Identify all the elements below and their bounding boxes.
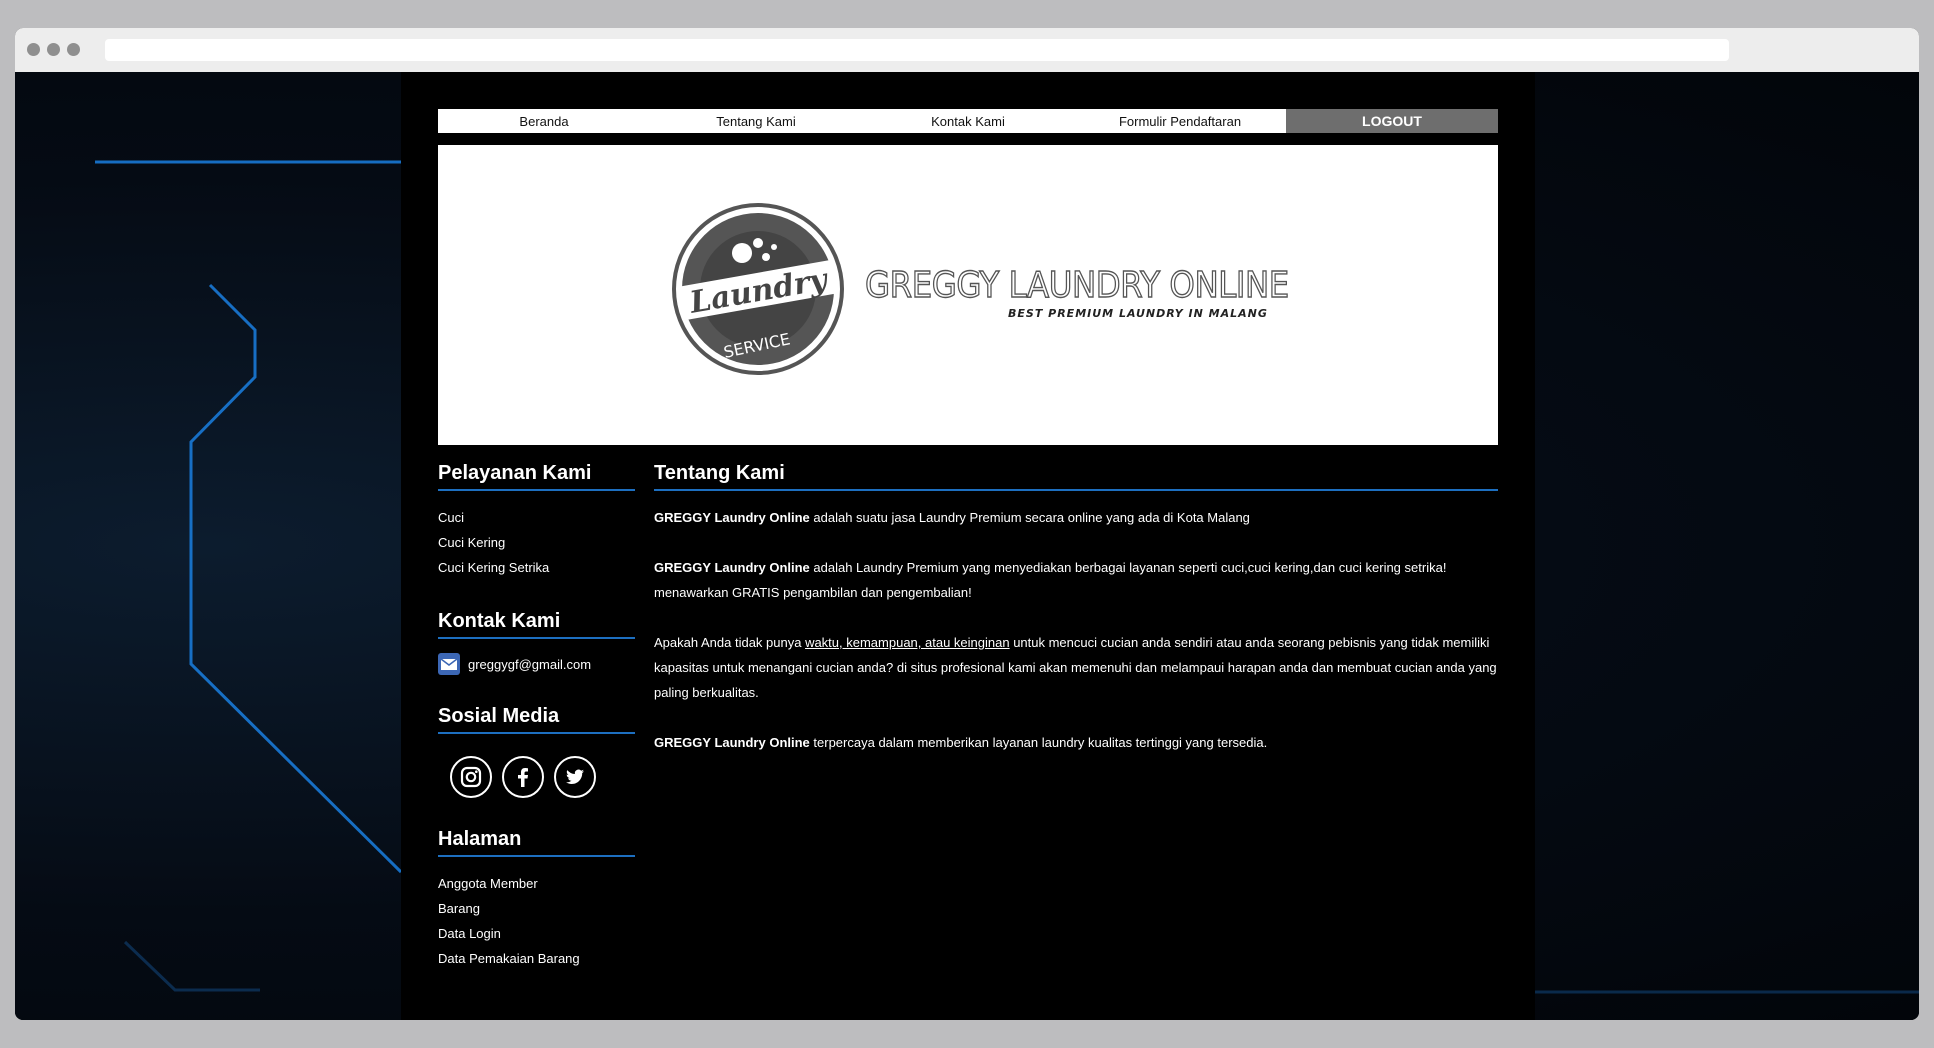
- browser-chrome: [15, 28, 1919, 72]
- window-minimize-dot[interactable]: [47, 43, 60, 56]
- social-icons: [450, 756, 635, 798]
- laundry-logo: Laundry SERVICE: [672, 203, 844, 375]
- services-heading: Pelayanan Kami: [438, 462, 635, 491]
- social-heading: Sosial Media: [438, 705, 635, 734]
- contact-section: Kontak Kami greggygf@gmail.com: [438, 610, 635, 675]
- service-link-cuci-kering-setrika[interactable]: Cuci Kering Setrika: [438, 555, 635, 580]
- about-paragraph-2: GREGGY Laundry Online adalah Laundry Pre…: [654, 555, 1498, 605]
- page-link-anggota-member[interactable]: Anggota Member: [438, 871, 635, 896]
- window-close-dot[interactable]: [27, 43, 40, 56]
- main-content: Tentang Kami GREGGY Laundry Online adala…: [654, 462, 1498, 780]
- nav-formulir-pendaftaran[interactable]: Formulir Pendaftaran: [1074, 109, 1286, 133]
- page-link-data-pemakaian-barang[interactable]: Data Pemakaian Barang: [438, 946, 635, 971]
- page-link-data-login[interactable]: Data Login: [438, 921, 635, 946]
- social-section: Sosial Media: [438, 705, 635, 798]
- pages-list: Anggota Member Barang Data Login Data Pe…: [438, 871, 635, 971]
- pages-heading: Halaman: [438, 828, 635, 857]
- service-link-cuci[interactable]: Cuci: [438, 505, 635, 530]
- address-bar[interactable]: [105, 39, 1729, 61]
- brand-name: GREGGY Laundry Online: [654, 560, 810, 575]
- paragraph-text: terpercaya dalam memberikan layanan laun…: [809, 735, 1268, 750]
- window-maximize-dot[interactable]: [67, 43, 80, 56]
- services-section: Pelayanan Kami Cuci Cuci Kering Cuci Ker…: [438, 462, 635, 580]
- brand-title: GREGGY LAUNDRY ONLINE: [864, 264, 1289, 306]
- facebook-icon[interactable]: [502, 756, 544, 798]
- paragraph-text: Apakah Anda tidak punya: [654, 635, 806, 650]
- header-banner: Laundry SERVICE GREGGY LAUNDRY ONLINE BE…: [438, 145, 1498, 445]
- nav-tentang-kami[interactable]: Tentang Kami: [650, 109, 862, 133]
- brand-name: GREGGY Laundry Online: [654, 510, 810, 525]
- mail-icon: [438, 653, 460, 675]
- brand-name: GREGGY Laundry Online: [654, 735, 810, 750]
- services-list: Cuci Cuci Kering Cuci Kering Setrika: [438, 505, 635, 580]
- paragraph-text: adalah suatu jasa Laundry Premium secara…: [809, 510, 1250, 525]
- page-link-barang[interactable]: Barang: [438, 896, 635, 921]
- nav-beranda[interactable]: Beranda: [438, 109, 650, 133]
- about-paragraph-1: GREGGY Laundry Online adalah suatu jasa …: [654, 505, 1498, 530]
- browser-window: Beranda Tentang Kami Kontak Kami Formuli…: [15, 28, 1919, 1020]
- nav-kontak-kami[interactable]: Kontak Kami: [862, 109, 1074, 133]
- email-address: greggygf@gmail.com: [468, 656, 592, 672]
- page-viewport: Beranda Tentang Kami Kontak Kami Formuli…: [15, 72, 1919, 1020]
- brand-tagline: BEST PREMIUM LAUNDRY IN MALANG: [1008, 307, 1268, 320]
- pages-section: Halaman Anggota Member Barang Data Login…: [438, 828, 635, 971]
- sidebar: Pelayanan Kami Cuci Cuci Kering Cuci Ker…: [438, 462, 635, 1001]
- page-container: Beranda Tentang Kami Kontak Kami Formuli…: [401, 72, 1535, 1020]
- main-nav: Beranda Tentang Kami Kontak Kami Formuli…: [438, 109, 1498, 133]
- logout-button[interactable]: LOGOUT: [1286, 109, 1498, 133]
- instagram-icon[interactable]: [450, 756, 492, 798]
- about-paragraph-4: GREGGY Laundry Online terpercaya dalam m…: [654, 730, 1498, 755]
- inline-link[interactable]: waktu, kemampuan, atau keinginan: [805, 635, 1010, 650]
- contact-heading: Kontak Kami: [438, 610, 635, 639]
- about-paragraph-3: Apakah Anda tidak punya waktu, kemampuan…: [654, 630, 1498, 705]
- service-link-cuci-kering[interactable]: Cuci Kering: [438, 530, 635, 555]
- page-title: Tentang Kami: [654, 462, 1498, 491]
- email-row[interactable]: greggygf@gmail.com: [438, 653, 635, 675]
- twitter-icon[interactable]: [554, 756, 596, 798]
